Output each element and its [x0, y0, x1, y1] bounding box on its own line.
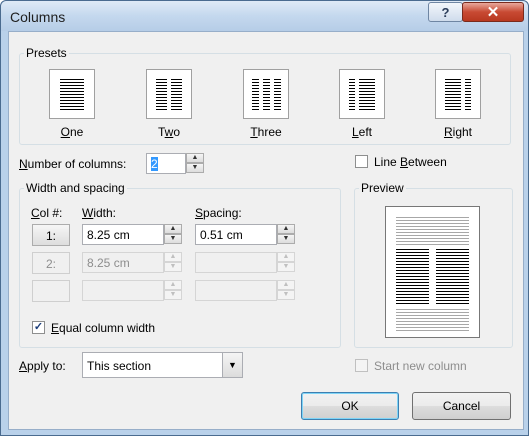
spin-down-icon: ▼	[277, 262, 295, 272]
col-1-spacing-spinner[interactable]: ▲ ▼	[277, 224, 295, 245]
col-1-width-spinner[interactable]: ▲ ▼	[164, 224, 182, 245]
col-2-spacing-spinner: ▲ ▼	[277, 252, 295, 273]
spin-down-icon[interactable]: ▼	[277, 234, 295, 244]
spacing-header: Spacing:	[195, 206, 242, 220]
line-between-checkbox[interactable]	[355, 155, 368, 168]
start-new-column-label: Start new column	[374, 359, 467, 373]
preset-left-button[interactable]	[339, 69, 385, 119]
preset-two-label: Two	[157, 125, 181, 139]
line-between-label: Line Between	[374, 155, 447, 169]
presets-label: Presets	[24, 46, 69, 60]
col-3-width-input	[82, 280, 164, 301]
col-3-button	[32, 280, 70, 302]
spin-down-icon: ▼	[277, 290, 295, 300]
preset-right-label: Right	[443, 125, 473, 139]
columns-dialog: Columns ? ✕ Presets One Two Three Left R…	[0, 0, 529, 436]
col-3-width-spinner: ▲ ▼	[164, 280, 182, 301]
col-1-button[interactable]: 1:	[32, 224, 70, 246]
dialog-body: Presets One Two Three Left Right Number …	[8, 31, 524, 430]
number-of-columns-input[interactable]: 2	[146, 153, 186, 174]
chevron-down-icon[interactable]: ▼	[222, 353, 242, 377]
col-2-width-spinner: ▲ ▼	[164, 252, 182, 273]
start-new-column-checkbox	[355, 359, 368, 372]
preset-left-label: Left	[351, 125, 373, 139]
col-1-width-input[interactable]: 8.25 cm	[82, 224, 164, 245]
apply-to-label: Apply to:	[19, 359, 66, 373]
width-header: Width:	[82, 206, 117, 220]
col-header: Col #:	[31, 206, 63, 220]
close-button[interactable]: ✕	[462, 2, 524, 22]
spin-up-icon[interactable]: ▲	[186, 153, 204, 163]
ok-button[interactable]: OK	[301, 392, 399, 420]
close-icon: ✕	[486, 4, 500, 21]
spin-up-icon: ▲	[277, 280, 295, 290]
spin-down-icon[interactable]: ▼	[186, 163, 204, 173]
preset-one-button[interactable]	[49, 69, 95, 119]
number-of-columns-spinner[interactable]: ▲ ▼	[186, 153, 204, 174]
number-of-columns-label: Number of columns:	[19, 157, 127, 171]
preset-two-button[interactable]	[146, 69, 192, 119]
spin-up-icon[interactable]: ▲	[277, 224, 295, 234]
apply-to-select[interactable]: This section ▼	[82, 352, 243, 378]
equal-column-width-checkbox[interactable]: ✓	[32, 321, 45, 334]
cancel-button[interactable]: Cancel	[412, 392, 511, 420]
preview-column-2	[436, 249, 469, 304]
preview-page	[385, 206, 480, 338]
preset-one-label: One	[60, 125, 84, 139]
preset-three-label: Three	[250, 125, 282, 139]
col-3-spacing-spinner: ▲ ▼	[277, 280, 295, 301]
title-bar[interactable]: Columns ? ✕	[1, 1, 528, 31]
preview-label: Preview	[359, 181, 406, 195]
spin-down-icon: ▼	[164, 290, 182, 300]
col-3-spacing-input	[195, 280, 277, 301]
preset-right-button[interactable]	[435, 69, 481, 119]
spin-up-icon: ▲	[277, 252, 295, 262]
spin-up-icon: ▲	[164, 252, 182, 262]
spin-up-icon: ▲	[164, 280, 182, 290]
col-1-spacing-input[interactable]: 0.51 cm	[195, 224, 277, 245]
equal-column-width-label: Equal column width	[51, 321, 156, 335]
spin-up-icon[interactable]: ▲	[164, 224, 182, 234]
checkmark-icon: ✓	[33, 321, 44, 333]
help-icon: ?	[441, 4, 450, 20]
col-2-spacing-input	[195, 252, 277, 273]
preset-three-button[interactable]	[243, 69, 289, 119]
spin-down-icon: ▼	[164, 262, 182, 272]
dialog-title: Columns	[10, 9, 66, 25]
width-spacing-label: Width and spacing	[24, 181, 127, 195]
spin-down-icon[interactable]: ▼	[164, 234, 182, 244]
help-button[interactable]: ?	[428, 2, 463, 22]
preview-column-1	[396, 249, 429, 304]
col-2-width-input: 8.25 cm	[82, 252, 164, 273]
col-2-button: 2:	[32, 252, 70, 274]
